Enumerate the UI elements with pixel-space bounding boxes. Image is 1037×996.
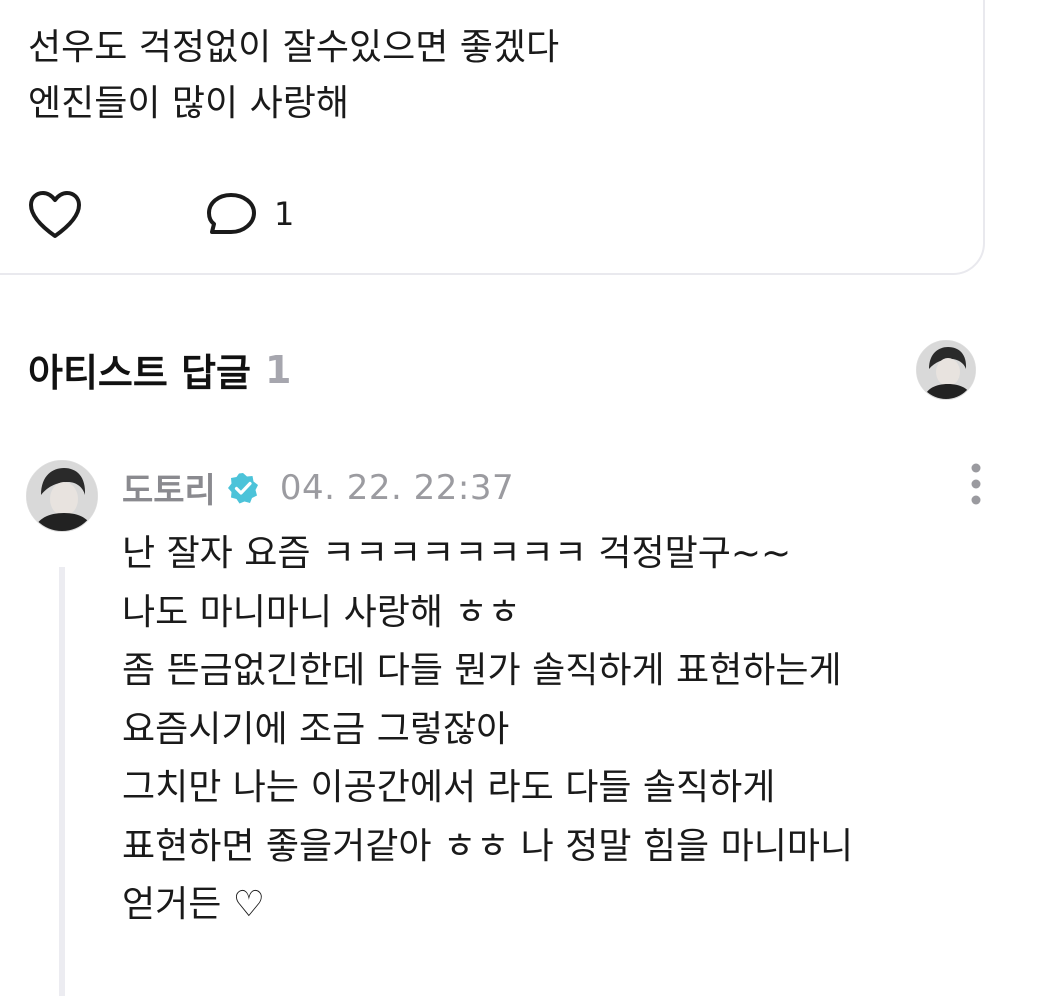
thread-line	[59, 567, 65, 996]
reply-line: 그치만 나는 이공간에서 라도 다들 솔직하게	[122, 767, 776, 808]
reply-timestamp: 04. 22. 22:37	[279, 467, 515, 508]
post-line: 선우도 걱정없이 잘수있으면 좋겠다	[28, 27, 560, 68]
verified-badge-icon	[227, 472, 258, 503]
avatar-image	[917, 341, 975, 399]
author-name[interactable]: 도토리	[122, 463, 216, 512]
like-button[interactable]	[26, 189, 84, 241]
section-title: 아티스트 답글 1	[28, 342, 291, 397]
reply-line: 난 잘자 요즘 ㅋㅋㅋㅋㅋㅋㅋㅋ 걱정말구~~	[122, 533, 792, 574]
reply-body: 난 잘자 요즘 ㅋㅋㅋㅋㅋㅋㅋㅋ 걱정말구~~ 나도 마니마니 사랑해 ㅎㅎ 좀…	[122, 525, 853, 935]
comment-button[interactable]: 1	[206, 191, 294, 237]
avatar-image	[27, 461, 97, 531]
artist-avatar[interactable]	[916, 340, 976, 400]
reply-header: 도토리 04. 22. 22:37	[122, 463, 514, 512]
reply-line: 표현하면 좋을거같아 ㅎㅎ 나 정말 힘을 마니마니	[122, 825, 854, 867]
reply-line: 얻거든 ♡	[122, 884, 266, 925]
more-options-button[interactable]	[962, 462, 990, 506]
section-title-count: 1	[265, 347, 292, 392]
post-body: 선우도 걱정없이 잘수있으면 좋겠다 엔진들이 많이 사랑해	[28, 20, 559, 132]
kebab-menu-icon	[971, 463, 981, 505]
section-title-label: 아티스트 답글	[28, 351, 251, 395]
speech-bubble-icon	[207, 193, 256, 234]
reply-line: 좀 뜬금없긴한데 다들 뭔가 솔직하게 표현하는게	[122, 650, 842, 691]
reply-author-avatar[interactable]	[26, 460, 98, 532]
reply-line: 요즘시기에 조금 그렇잖아	[122, 708, 510, 750]
post-line: 엔진들이 많이 사랑해	[28, 83, 349, 124]
heart-outline-icon	[29, 191, 81, 238]
comment-count: 1	[274, 195, 295, 233]
reply-line: 나도 마니마니 사랑해 ㅎㅎ	[122, 591, 521, 633]
